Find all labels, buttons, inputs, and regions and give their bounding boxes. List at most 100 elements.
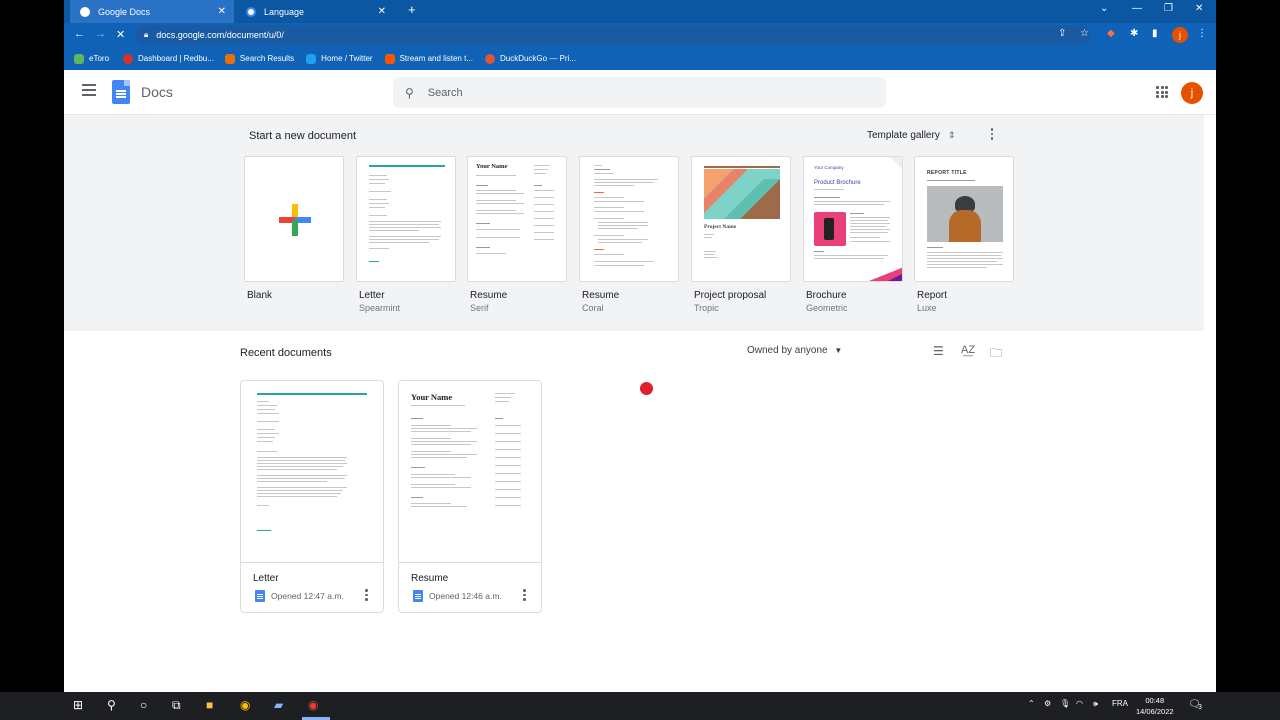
windows-start-icon[interactable]: ⊞: [73, 698, 83, 712]
template-thumbnail[interactable]: [356, 156, 456, 282]
document-meta: Opened 12:47 a.m.: [255, 590, 344, 602]
document-card[interactable]: Letter Opened 12:47 a.m.: [240, 380, 384, 613]
notification-count: 3: [1198, 704, 1202, 711]
document-thumbnail[interactable]: [241, 381, 383, 563]
bar-chart-icon: [224, 53, 235, 64]
bookmark-duckduckgo[interactable]: DuckDuckGo — Pri...: [484, 53, 576, 64]
tab-title: Language: [264, 6, 305, 17]
task-view-icon[interactable]: ⧉: [172, 698, 181, 713]
template-thumbnail[interactable]: Project Name: [691, 156, 791, 282]
omnibox[interactable]: 🔒︎ docs.google.com/document/u/0/: [136, 25, 1091, 45]
template-thumbnail[interactable]: Your Name: [467, 156, 567, 282]
template-gallery-button[interactable]: Template gallery ⇕: [867, 130, 955, 141]
language-indicator[interactable]: FRA: [1112, 699, 1128, 708]
browser-menu-icon[interactable]: ⋮: [1197, 28, 1207, 39]
restore-icon[interactable]: ❐: [1164, 3, 1173, 14]
search-placeholder: Search: [427, 86, 463, 99]
share-icon[interactable]: ⇪: [1058, 28, 1066, 39]
wifi-icon[interactable]: ◠: [1076, 699, 1083, 708]
redbubble-icon: [123, 53, 134, 64]
template-resume-serif[interactable]: Your Name Resume Serif: [467, 156, 567, 313]
opened-time: Opened 12:47 a.m.: [271, 591, 344, 601]
tab-search-chevron-icon[interactable]: ⌄: [1100, 3, 1108, 14]
template-name: Project proposal: [694, 290, 767, 301]
more-options-icon[interactable]: [523, 589, 526, 603]
docs-logo-icon[interactable]: [112, 80, 130, 104]
folder-icon[interactable]: 🗀︎: [990, 344, 1002, 365]
owner-filter-dropdown[interactable]: Owned by anyone ▼: [747, 345, 842, 356]
network-icon[interactable]: ⚙: [1044, 699, 1051, 708]
cortana-icon[interactable]: ○: [140, 698, 147, 712]
forward-arrow-icon[interactable]: →: [95, 28, 106, 40]
document-name: Letter: [253, 573, 279, 584]
duckduckgo-icon: [484, 53, 495, 64]
app-title[interactable]: Docs: [141, 84, 173, 100]
phone-image: [814, 212, 846, 246]
docs-file-icon: [255, 590, 265, 602]
volume-icon[interactable]: 🕪︎: [1093, 699, 1098, 709]
template-blank[interactable]: Blank: [244, 156, 344, 301]
document-thumbnail[interactable]: Your Name: [399, 381, 541, 563]
chrome-active-icon[interactable]: ◉: [308, 698, 318, 712]
docs-file-icon: [413, 590, 423, 602]
template-name: Resume: [470, 290, 508, 301]
tray-chevron-icon[interactable]: ⌃: [1028, 699, 1035, 708]
document-card[interactable]: Your Name Resume Opened 12:46 a.m.: [398, 380, 542, 613]
close-window-icon[interactable]: ✕: [1195, 3, 1203, 14]
bookmark-search-results[interactable]: Search Results: [224, 53, 294, 64]
main-menu-icon[interactable]: [82, 84, 96, 99]
search-input[interactable]: ⚲ Search: [393, 77, 886, 108]
template-resume-coral[interactable]: Resume Coral: [579, 156, 679, 313]
puzzle-extensions-icon[interactable]: ✱: [1130, 28, 1138, 39]
template-thumbnail[interactable]: REPORT TITLE: [914, 156, 1014, 282]
google-apps-icon[interactable]: [1156, 86, 1168, 98]
tab-google-docs[interactable]: Google Docs ✕: [70, 0, 234, 23]
close-tab-icon[interactable]: ✕: [378, 6, 386, 17]
windows-taskbar: ⊞ ⚲ ○ ⧉ ■ ◉ ▰ ◉ ⌃ ⚙ 🎙︎ ◠ 🕪︎ FRA 00:48 14…: [0, 692, 1280, 720]
search-icon[interactable]: ⚲: [405, 86, 414, 100]
tab-language[interactable]: Language ✕: [236, 0, 394, 23]
template-subname: Tropic: [694, 303, 719, 313]
list-view-icon[interactable]: ☰: [933, 344, 944, 358]
clock-date: 14/06/2022: [1136, 707, 1174, 716]
template-brochure-geometric[interactable]: Your Company Product Brochure Brochure G…: [803, 156, 903, 313]
profile-avatar[interactable]: j: [1172, 27, 1188, 43]
lock-icon: 🔒︎: [144, 30, 149, 39]
back-arrow-icon[interactable]: ←: [74, 28, 85, 40]
cursor-indicator: [640, 382, 653, 395]
minimize-icon[interactable]: —: [1132, 3, 1142, 14]
app-icon[interactable]: ▰: [274, 698, 283, 712]
extension-icon[interactable]: ◆: [1107, 28, 1115, 39]
corner-fold-graphic: [890, 157, 902, 169]
more-options-icon[interactable]: [987, 128, 997, 142]
chrome-icon[interactable]: ◉: [240, 698, 250, 712]
bookmark-soundcloud[interactable]: Stream and listen t...: [384, 53, 473, 64]
template-thumbnail[interactable]: Your Company Product Brochure: [803, 156, 903, 282]
bookmark-twitter[interactable]: Home / Twitter: [306, 53, 373, 64]
file-explorer-icon[interactable]: ■: [206, 698, 213, 712]
clock[interactable]: 00:48 14/06/2022: [1136, 695, 1174, 717]
bookmark-label: Stream and listen t...: [399, 54, 473, 63]
bookmark-star-icon[interactable]: ☆: [1080, 28, 1089, 39]
thumb-company: Your Company: [814, 165, 844, 170]
new-tab-plus-icon[interactable]: +: [408, 2, 416, 17]
geometric-corner-graphic: [869, 267, 902, 281]
bookmark-etoro[interactable]: eToro: [74, 53, 109, 64]
more-options-icon[interactable]: [365, 589, 368, 603]
microphone-icon[interactable]: 🎙︎: [1060, 699, 1070, 708]
template-thumbnail[interactable]: [244, 156, 344, 282]
account-avatar[interactable]: j: [1181, 82, 1203, 104]
bookmark-redbubble[interactable]: Dashboard | Redbu...: [123, 53, 214, 64]
side-panel-icon[interactable]: ▮: [1152, 28, 1158, 39]
tab-bar: Google Docs ✕ Language ✕ + ⌄ — ❐ ✕: [64, 0, 1216, 23]
template-section: Start a new document Template gallery ⇕ …: [64, 115, 1204, 331]
template-report-luxe[interactable]: REPORT TITLE Report Luxe: [914, 156, 1014, 313]
template-thumbnail[interactable]: [579, 156, 679, 282]
template-letter-spearmint[interactable]: Letter Spearmint: [356, 156, 456, 313]
template-project-proposal[interactable]: Project Name Project proposal Tropic: [691, 156, 791, 313]
search-icon[interactable]: ⚲: [107, 698, 116, 712]
sort-az-icon[interactable]: A͟Z: [961, 344, 975, 356]
stop-loading-icon[interactable]: ✕: [116, 28, 125, 41]
recent-documents-section: Recent documents Owned by anyone ▼ ☰ A͟Z…: [64, 331, 1204, 692]
close-tab-icon[interactable]: ✕: [218, 6, 226, 17]
